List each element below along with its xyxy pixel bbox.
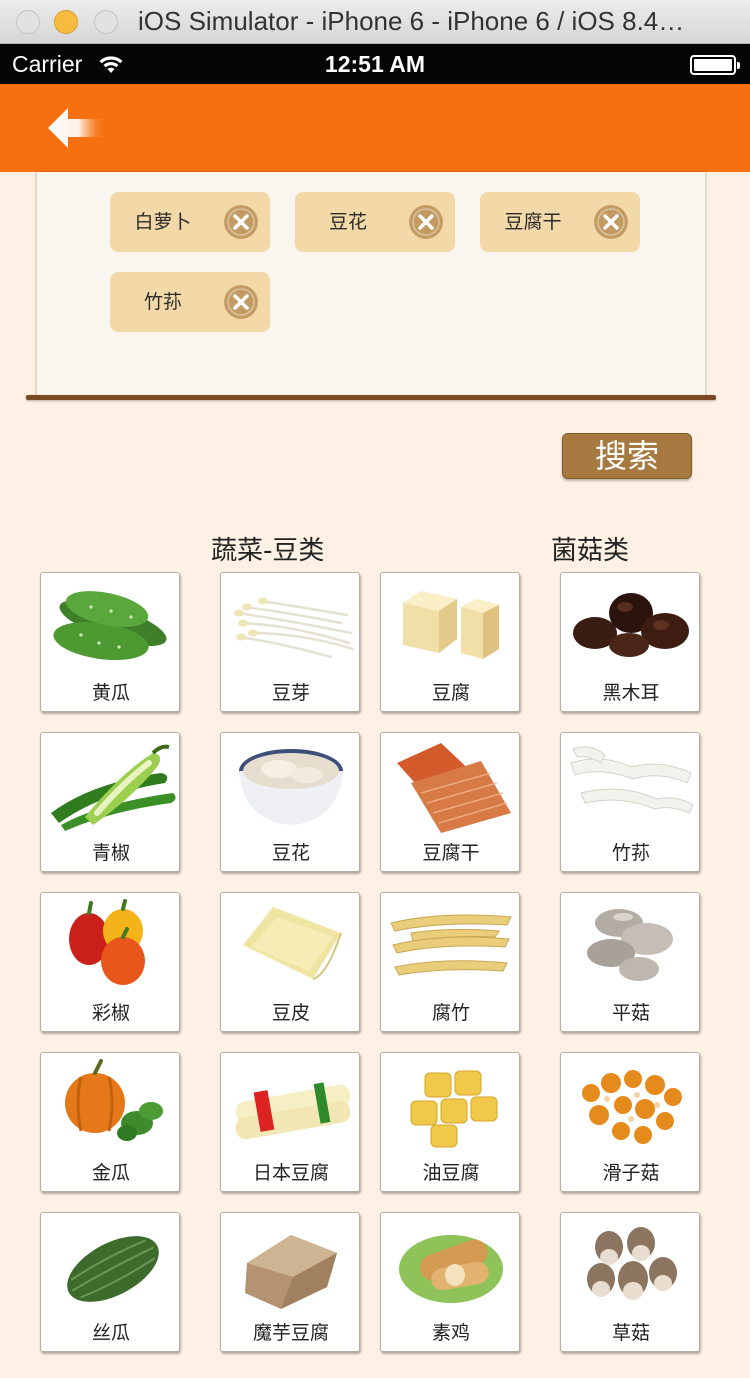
back-arrow-icon[interactable]	[46, 105, 106, 151]
food-item-label: 魔芋豆腐	[252, 1322, 329, 1344]
search-button[interactable]: 搜索	[562, 433, 692, 479]
nav-bar	[0, 84, 750, 172]
food-item-loofah[interactable]: 丝瓜	[40, 1212, 180, 1352]
selected-tag-label: 豆腐干	[504, 211, 562, 233]
status-bar: Carrier 12:51 AM	[0, 44, 750, 84]
food-item-label: 平菇	[611, 1002, 650, 1024]
food-item-label: 金瓜	[91, 1162, 130, 1184]
remove-tag-icon[interactable]	[409, 205, 443, 239]
food-item-bean-sprouts[interactable]: 豆芽	[220, 572, 360, 712]
selected-tag[interactable]: 豆花	[295, 192, 455, 252]
selected-tag-label: 白萝卜	[134, 211, 192, 233]
green-pepper-image	[51, 744, 176, 831]
food-item-label: 豆腐干	[422, 842, 480, 864]
food-item-tofu-pudding[interactable]: 豆花	[220, 732, 360, 872]
window-minimize-button[interactable]	[54, 10, 78, 34]
remove-tag-icon[interactable]	[224, 205, 258, 239]
tofu-image	[403, 591, 499, 659]
japanese-tofu-image	[235, 1082, 351, 1140]
loofah-image	[67, 1236, 159, 1302]
food-item-japanese-tofu[interactable]: 日本豆腐	[220, 1052, 360, 1192]
status-time: 12:51 AM	[324, 51, 426, 77]
konjac-tofu-image	[245, 1235, 337, 1309]
bamboo-fungus-image	[570, 746, 694, 814]
food-item-tofu[interactable]: 豆腐	[380, 572, 520, 712]
food-item-bell-pepper[interactable]: 彩椒	[40, 892, 180, 1032]
food-item-label: 豆花	[271, 842, 310, 864]
window-title: iOS Simulator - iPhone 6 - iPhone 6 / iO…	[138, 6, 685, 36]
selected-tag[interactable]: 白萝卜	[110, 192, 270, 252]
category-header-vegetables-beans: 蔬菜-豆类	[211, 536, 325, 566]
food-item-dried-tofu[interactable]: 豆腐干	[380, 732, 520, 872]
nameko-mushroom-image	[582, 1070, 682, 1144]
food-item-fried-tofu[interactable]: 油豆腐	[380, 1052, 520, 1192]
bell-pepper-image	[69, 899, 145, 985]
food-item-label: 黄瓜	[91, 682, 130, 704]
cucumber-image	[53, 591, 167, 661]
category-header-mushrooms: 菌菇类	[551, 536, 630, 566]
food-item-nameko-mushroom[interactable]: 滑子菇	[560, 1052, 700, 1192]
black-fungus-image	[573, 593, 689, 657]
food-item-bamboo-fungus[interactable]: 竹荪	[560, 732, 700, 872]
fried-tofu-image	[410, 1070, 498, 1148]
oyster-mushroom-image	[587, 909, 673, 981]
food-item-yuba-sticks[interactable]: 腐竹	[380, 892, 520, 1032]
selected-tag-label: 竹荪	[143, 291, 182, 313]
food-item-straw-mushroom[interactable]: 草菇	[560, 1212, 700, 1352]
food-item-label: 油豆腐	[422, 1162, 480, 1184]
pumpkin-image	[65, 1059, 163, 1141]
food-item-pumpkin[interactable]: 金瓜	[40, 1052, 180, 1192]
food-item-label: 素鸡	[431, 1322, 470, 1344]
food-item-label: 豆皮	[271, 1002, 310, 1024]
food-item-green-pepper[interactable]: 青椒	[40, 732, 180, 872]
window-close-button[interactable]	[16, 10, 40, 34]
food-item-cucumber[interactable]: 黄瓜	[40, 572, 180, 712]
straw-mushroom-image	[587, 1227, 677, 1300]
dried-tofu-image	[397, 743, 511, 833]
food-item-label: 草菇	[611, 1322, 650, 1344]
panel-shelf-divider	[26, 395, 716, 400]
simulator-title-bar: iOS Simulator - iPhone 6 - iPhone 6 / iO…	[0, 0, 750, 44]
selected-tag[interactable]: 豆腐干	[480, 192, 640, 252]
food-item-label: 豆芽	[271, 682, 310, 704]
battery-icon	[690, 55, 740, 75]
food-item-label: 黑木耳	[602, 682, 660, 704]
selected-tag[interactable]: 竹荪	[110, 272, 270, 332]
food-item-konjac-tofu[interactable]: 魔芋豆腐	[220, 1212, 360, 1352]
selected-tag-label: 豆花	[328, 211, 367, 233]
yuba-sticks-image	[390, 914, 512, 976]
food-item-label: 竹荪	[611, 842, 650, 864]
remove-tag-icon[interactable]	[594, 205, 628, 239]
food-item-label: 滑子菇	[602, 1162, 660, 1184]
bean-sprouts-image	[234, 597, 355, 659]
remove-tag-icon[interactable]	[224, 285, 258, 319]
food-item-label: 日本豆腐	[252, 1162, 329, 1184]
food-item-label: 彩椒	[91, 1002, 130, 1024]
food-item-label: 豆腐	[431, 682, 470, 704]
food-item-tofu-skin[interactable]: 豆皮	[220, 892, 360, 1032]
food-item-label: 丝瓜	[91, 1322, 130, 1344]
food-item-label: 腐竹	[431, 1002, 470, 1024]
food-item-oyster-mushroom[interactable]: 平菇	[560, 892, 700, 1032]
food-item-black-fungus[interactable]: 黑木耳	[560, 572, 700, 712]
food-item-label: 青椒	[91, 842, 130, 864]
window-zoom-button[interactable]	[94, 10, 118, 34]
food-item-vegetarian-chicken[interactable]: 素鸡	[380, 1212, 520, 1352]
tofu-skin-image	[243, 907, 342, 980]
tofu-pudding-image	[239, 749, 343, 825]
vegetarian-chicken-image	[399, 1235, 503, 1303]
